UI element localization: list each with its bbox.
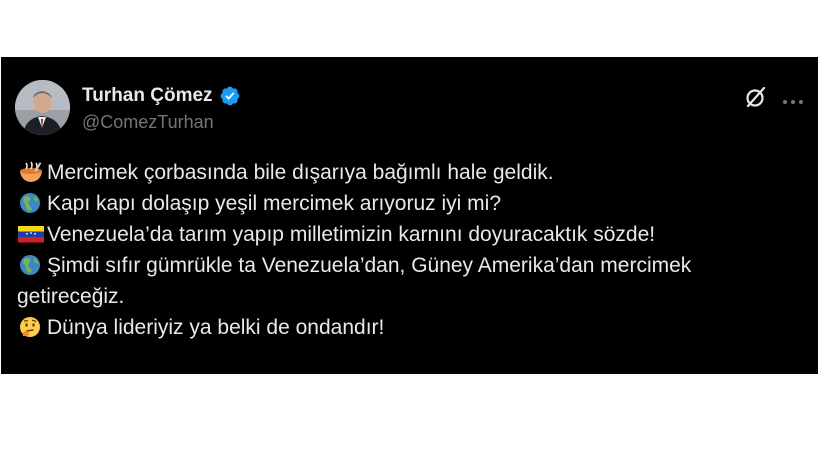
tweet-line-text: Venezuela’da tarım yapıp milletimizin ka… — [47, 223, 656, 246]
tweet-line-text: Kapı kapı dolaşıp yeşil mercimek arıyoru… — [47, 192, 501, 215]
more-options-icon[interactable] — [782, 93, 804, 104]
tweet-line-text: getireceğiz. — [17, 285, 125, 308]
tweet-line: Kapı kapı dolaşıp yeşil mercimek arıyoru… — [17, 188, 807, 219]
avatar[interactable] — [15, 80, 70, 135]
tweet-line: Mercimek çorbasında bile dışarıya bağıml… — [17, 157, 807, 188]
tweet-line-text: Dünya lideriyiz ya belki de ondandır! — [47, 316, 385, 339]
tweet-line: Dünya lideriyiz ya belki de ondandır! — [17, 312, 807, 343]
verified-badge-icon — [219, 85, 241, 107]
tweet-line-text: Şimdi sıfır gümrükle ta Venezuela’dan, G… — [47, 254, 692, 277]
bowl-with-spoon-icon — [17, 161, 45, 183]
thinking-face-icon — [17, 316, 45, 338]
tweet-text: Mercimek çorbasında bile dışarıya bağıml… — [17, 157, 807, 343]
author-handle[interactable]: @ComezTurhan — [82, 112, 214, 133]
author-display-name[interactable]: Turhan Çömez — [82, 85, 213, 107]
author-row: Turhan Çömez — [82, 85, 241, 107]
tweet-line: Şimdi sıfır gümrükle ta Venezuela’dan, G… — [17, 250, 807, 281]
globe-americas-icon — [17, 254, 45, 276]
tweet-line: Venezuela’da tarım yapıp milletimizin ka… — [17, 219, 807, 250]
tweet-line-text: Mercimek çorbasında bile dışarıya bağıml… — [47, 161, 554, 184]
tweet-card: Turhan Çömez @ComezTurhan Mercimek çorba… — [1, 57, 818, 374]
globe-americas-icon — [17, 192, 45, 214]
slashed-circle-icon[interactable] — [744, 85, 768, 109]
flag-venezuela-icon — [17, 223, 45, 245]
tweet-line: getireceğiz. — [17, 281, 807, 312]
